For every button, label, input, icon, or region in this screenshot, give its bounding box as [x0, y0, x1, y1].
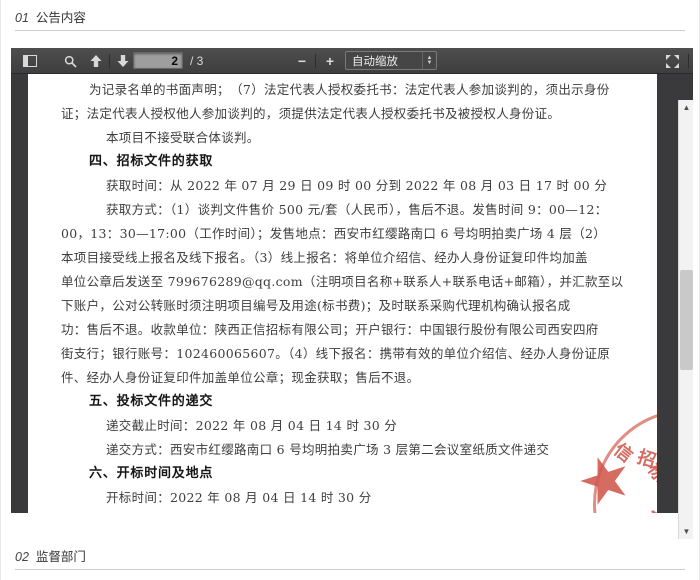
document-text: 为记录名单的书面声明； （7）法定代表人授权委托书：法定代表人参加谈判的，须出示…	[28, 74, 657, 510]
section-header-announcement: 01 公告内容	[15, 7, 86, 26]
doc-line: 开标时间：2022 年 08 月 04 日 14 时 30 分	[61, 486, 617, 510]
zoom-mode-value: 自动缩放	[346, 53, 422, 69]
toolbar-separator	[109, 54, 110, 68]
select-spinner-icon: ▲▼	[422, 52, 436, 69]
sidebar-icon	[23, 55, 37, 67]
section-divider	[15, 30, 685, 31]
doc-line: 本项目接受线上报名及线下报名。（3）线上报名：将单位介绍信、经办人身份证复印件均…	[61, 246, 617, 270]
presentation-mode-button[interactable]	[661, 51, 683, 71]
scrollbar-thumb[interactable]	[680, 270, 693, 370]
toolbar-separator	[315, 54, 316, 68]
doc-heading: 四、招标文件的获取	[61, 150, 617, 174]
expand-icon	[666, 55, 679, 68]
doc-heading: 五、投标文件的递交	[61, 390, 617, 414]
doc-line: 获取方式：（1）谈判文件售价 500 元/套（人民币），售后不退。发售时间 9：…	[61, 198, 617, 222]
section-header-supervision: 02 监督部门	[15, 546, 86, 565]
doc-line: 为记录名单的书面声明； （7）法定代表人授权委托书：法定代表人参加谈判的，须出示…	[61, 78, 617, 102]
doc-line: 00，13：30—17:00（工作时间）；发售地点：西安市红缨路南口 6 号均明…	[61, 222, 617, 246]
doc-line: 获取时间：从 2022 年 07 月 29 日 09 时 00 分到 2022 …	[61, 174, 617, 198]
section-divider	[15, 569, 685, 570]
section-number: 02	[15, 550, 29, 564]
content-frame: 01 公告内容	[0, 0, 700, 580]
doc-line: 证；法定代表人授权他人参加谈判的，须提供法定代表人授权委托书及被授权人身份证。	[61, 102, 617, 126]
plus-icon: +	[326, 53, 334, 69]
minus-icon: −	[298, 53, 306, 69]
section-number: 01	[15, 11, 29, 25]
previous-page-button[interactable]	[85, 51, 107, 71]
toolbar-separator	[688, 54, 689, 68]
scroll-up-arrow-icon[interactable]: ▲	[679, 100, 694, 115]
page-count-label: / 3	[190, 54, 203, 68]
zoom-out-button[interactable]: −	[291, 51, 313, 71]
page-number-input[interactable]	[133, 52, 183, 69]
search-icon	[64, 55, 77, 68]
pdf-viewer: / 3 − + 自动缩放 ▲▼	[11, 48, 693, 513]
doc-line: 下账户，公对公转账时须注明项目编号及用途(标书费)；及时联系采购代理机构确认报名…	[61, 294, 617, 318]
pdf-canvas-area: 为记录名单的书面声明； （7）法定代表人授权委托书：法定代表人参加谈判的，须出示…	[11, 74, 693, 513]
sidebar-toggle-button[interactable]	[19, 51, 41, 71]
zoom-in-button[interactable]: +	[319, 51, 341, 71]
find-button[interactable]	[59, 51, 81, 71]
scroll-down-arrow-icon[interactable]: ▼	[679, 524, 694, 539]
zoom-mode-select[interactable]: 自动缩放 ▲▼	[345, 51, 437, 70]
doc-line: 街支行；银行账号：102460065607。（4）线下报名：携带有效的单位介绍信…	[61, 342, 617, 366]
doc-line: 功：售后不退。收款单位：陕西正信招标有限公司；开户银行：中国银行股份有限公司西安…	[61, 318, 617, 342]
arrow-up-icon	[90, 55, 102, 67]
arrow-down-icon	[117, 55, 129, 67]
vertical-scrollbar[interactable]: ▲ ▼	[678, 100, 693, 539]
doc-heading: 六、开标时间及地点	[61, 462, 617, 486]
doc-line: 件、经办人身份证复印件加盖单位公章；现金获取；售后不退。	[61, 366, 617, 390]
pdf-toolbar: / 3 − + 自动缩放 ▲▼	[11, 48, 693, 74]
doc-line: 递交方式：西安市红缨路南口 6 号均明拍卖广场 3 层第二会议室纸质文件递交	[61, 438, 617, 462]
doc-line: 本项目不接受联合体谈判。	[61, 126, 617, 150]
doc-line: 递交截止时间：2022 年 08 月 04 日 14 时 30 分	[61, 414, 617, 438]
next-page-button[interactable]	[112, 51, 134, 71]
section-title: 监督部门	[36, 550, 86, 564]
doc-line: 单位公章后发送至 799676289@qq.com（注明项目名称+联系人+联系电…	[61, 270, 617, 294]
section-title: 公告内容	[36, 11, 86, 25]
pdf-page[interactable]: 为记录名单的书面声明； （7）法定代表人授权委托书：法定代表人参加谈判的，须出示…	[28, 74, 657, 513]
